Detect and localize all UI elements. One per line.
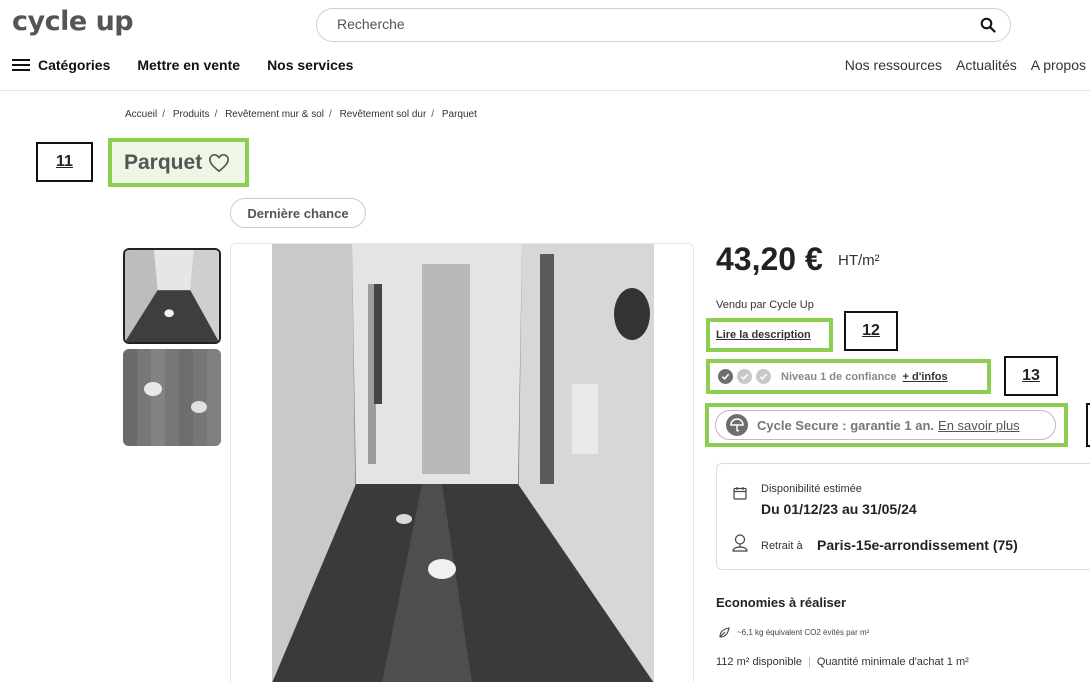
learn-more-link[interactable]: En savoir plus (938, 418, 1020, 433)
quantity-info: 112 m² disponible | Quantité minimale d'ac… (716, 656, 969, 668)
annotation-label-11: 11 (36, 142, 93, 182)
pickup-label: Retrait à (761, 540, 803, 552)
availability-dates: Du 01/12/23 au 31/05/24 (761, 501, 917, 517)
savings-heading: Economies à réaliser (716, 595, 847, 610)
secondary-nav: Nos ressources Actualités A propos (831, 57, 1086, 73)
co2-savings-text: ~6,1 kg équivalent CO2 évités par m² (737, 628, 870, 637)
main-nav: Catégories Mettre en vente Nos services (12, 57, 380, 73)
availability-label: Disponibilité estimée (761, 483, 862, 495)
product-photo[interactable] (272, 244, 654, 682)
header-divider (0, 90, 1090, 91)
calendar-icon (733, 487, 747, 500)
minimum-quantity: Quantité minimale d'achat 1 m² (816, 656, 969, 668)
product-title: Parquet (124, 150, 203, 174)
cycle-secure-highlight: Cycle Secure : garantie 1 an. En savoir … (705, 403, 1068, 447)
main-image-frame (230, 243, 694, 682)
check-icon (718, 369, 733, 384)
nav-categories[interactable]: Catégories (38, 57, 110, 73)
description-highlight: Lire la description (706, 318, 833, 352)
product-title-highlight: Parquet (108, 138, 249, 187)
nav-resources[interactable]: Nos ressources (845, 57, 942, 73)
breadcrumb: Accueil / Produits / Revêtement mur & sol /… (125, 109, 477, 120)
breadcrumb-products[interactable]: Produits (173, 109, 210, 120)
menu-icon[interactable] (12, 58, 30, 72)
search-input[interactable] (337, 16, 937, 32)
trust-level-text: Niveau 1 de confiance (781, 370, 897, 383)
cycle-secure-pill: Cycle Secure : garantie 1 an. En savoir … (715, 410, 1056, 440)
price-unit: HT/m² (838, 252, 880, 269)
site-logo[interactable]: cycle up (12, 6, 134, 37)
check-icon (756, 369, 771, 384)
search-icon[interactable] (980, 17, 996, 33)
nav-about[interactable]: A propos (1031, 57, 1086, 73)
cycle-secure-text: Cycle Secure : garantie 1 an. (757, 417, 935, 433)
breadcrumb-hard-floor[interactable]: Revêtement sol dur (340, 109, 427, 120)
available-quantity: 112 m² disponible (716, 656, 803, 668)
heart-icon[interactable] (208, 153, 230, 173)
annotation-label-12: 12 (844, 311, 898, 351)
breadcrumb-wall-floor[interactable]: Revêtement mur & sol (225, 109, 324, 120)
annotation-label-13: 13 (1004, 356, 1058, 396)
breadcrumb-home[interactable]: Accueil (125, 109, 157, 120)
annotation-label-partial (1086, 403, 1090, 447)
breadcrumb-current: Parquet (441, 109, 477, 120)
trust-level-highlight: Niveau 1 de confiance + d'infos (706, 359, 991, 394)
availability-card: Disponibilité estimée Du 01/12/23 au 31/… (716, 463, 1090, 570)
pickup-location: Paris-15e-arrondissement (75) (817, 537, 1018, 553)
nav-services[interactable]: Nos services (267, 57, 353, 73)
trust-more-info-link[interactable]: + d'infos (903, 371, 948, 383)
leaf-icon (719, 627, 730, 638)
location-pin-icon (732, 534, 748, 552)
check-icon (737, 369, 752, 384)
seller-text: Vendu par Cycle Up (716, 299, 814, 311)
nav-sell[interactable]: Mettre en vente (137, 57, 240, 73)
umbrella-icon (726, 414, 748, 436)
product-price: 43,20 € (716, 241, 823, 277)
thumbnail-1[interactable] (123, 248, 221, 344)
last-chance-badge: Dernière chance (230, 198, 366, 228)
nav-news[interactable]: Actualités (956, 57, 1017, 73)
read-description-link[interactable]: Lire la description (716, 329, 811, 341)
thumbnail-2[interactable] (123, 349, 221, 446)
search-bar[interactable] (316, 8, 1011, 42)
